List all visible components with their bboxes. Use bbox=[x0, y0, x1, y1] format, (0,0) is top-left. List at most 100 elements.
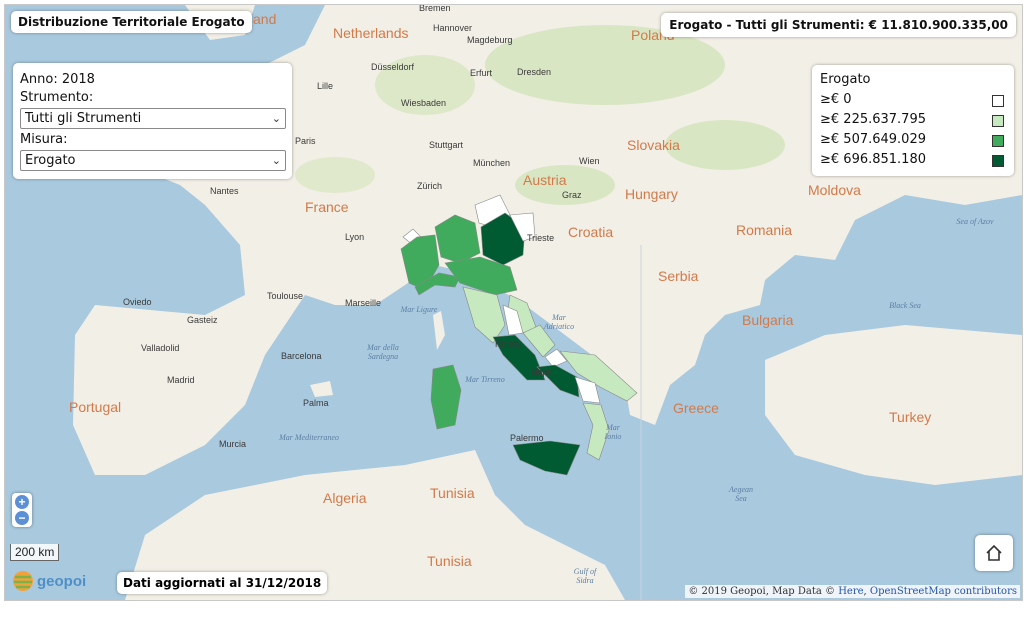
city-label: Palermo bbox=[510, 433, 544, 443]
zoom-out-button[interactable]: − bbox=[15, 511, 29, 525]
city-label: Gasteiz bbox=[187, 315, 218, 325]
zoom-in-button[interactable]: + bbox=[15, 495, 29, 509]
city-label: Trieste bbox=[527, 233, 555, 243]
legend-swatch bbox=[992, 155, 1004, 167]
here-link[interactable]: Here bbox=[838, 586, 863, 597]
country-label: Slovakia bbox=[627, 137, 680, 153]
country-label: Romania bbox=[736, 222, 793, 238]
land-corsica bbox=[433, 311, 445, 350]
map-title: Distribuzione Territoriale Erogato bbox=[11, 11, 252, 33]
country-label: Greece bbox=[673, 400, 719, 416]
total-amount: Erogato - Tutti gli Strumenti: € 11.810.… bbox=[661, 13, 1016, 37]
city-label: Lyon bbox=[345, 232, 365, 242]
city-label: Magdeburg bbox=[467, 35, 513, 45]
attribution: © 2019 Geopoi, Map Data © Here, OpenStre… bbox=[685, 585, 1020, 598]
city-label: Barcelona bbox=[281, 351, 322, 361]
city-label: Toulouse bbox=[267, 291, 304, 301]
country-label: Bulgaria bbox=[742, 312, 794, 328]
attribution-prefix: © 2019 Geopoi, Map Data © bbox=[688, 586, 839, 597]
sea-label: Black Sea bbox=[889, 301, 921, 310]
country-label: Hungary bbox=[625, 186, 678, 202]
country-label: Croatia bbox=[568, 224, 614, 240]
map-canvas[interactable]: England Netherlands Poland France Austri… bbox=[4, 4, 1023, 601]
scale-bar: 200 km bbox=[10, 544, 60, 561]
city-label: Düsseldorf bbox=[371, 62, 415, 72]
legend-item-label: ≥€ 696.851.180 bbox=[820, 152, 926, 167]
geopoi-logo: geopoi bbox=[11, 565, 103, 595]
country-label: Tunisia bbox=[430, 485, 475, 501]
misura-select-value: Erogato bbox=[25, 153, 76, 168]
country-label: Netherlands bbox=[333, 25, 409, 41]
region-sicilia bbox=[512, 440, 581, 476]
sea-label: Aegean Sea bbox=[729, 485, 753, 503]
logo-text: geopoi bbox=[37, 573, 86, 590]
city-label: Murcia bbox=[219, 439, 247, 449]
city-label: Paris bbox=[295, 136, 316, 146]
sea-label: Gulf of Sidra bbox=[573, 567, 597, 585]
strumento-select[interactable]: Tutti gli Strumenti ⌄ bbox=[20, 108, 286, 129]
legend-swatch bbox=[992, 135, 1004, 147]
city-label: Erfurt bbox=[470, 68, 493, 78]
sea-label: Mar Mediterraneo bbox=[279, 433, 339, 442]
legend-item: ≥€ 0 bbox=[820, 90, 1006, 110]
strumento-select-value: Tutti gli Strumenti bbox=[25, 111, 142, 126]
city-label: Zürich bbox=[417, 181, 443, 191]
city-label: München bbox=[473, 158, 511, 168]
city-label: Napoli bbox=[531, 367, 557, 377]
city-label: Dresden bbox=[517, 67, 552, 77]
update-date: Dati aggiornati al 31/12/2018 bbox=[117, 572, 328, 594]
sea-label: Mar Ligure bbox=[400, 305, 438, 314]
chevron-down-icon: ⌄ bbox=[271, 112, 281, 125]
city-label: Stuttgart bbox=[429, 140, 464, 150]
country-label: Portugal bbox=[69, 399, 122, 415]
legend-title: Erogato bbox=[820, 72, 871, 87]
city-label: Madrid bbox=[167, 375, 195, 385]
strumento-label: Strumento: bbox=[20, 90, 94, 105]
osm-link[interactable]: OpenStreetMap contributors bbox=[870, 586, 1017, 597]
land-turkey bbox=[765, 325, 1022, 485]
land-mallorca bbox=[310, 381, 333, 397]
region-sardegna bbox=[430, 364, 462, 430]
country-label: Algeria bbox=[323, 490, 367, 506]
legend-item-label: ≥€ 0 bbox=[820, 92, 852, 107]
city-label: Oviedo bbox=[123, 297, 152, 307]
sea-label: Mar Tirreno bbox=[465, 375, 505, 384]
sea-label: Mar della Sardegna bbox=[367, 343, 399, 361]
misura-select[interactable]: Erogato ⌄ bbox=[20, 150, 286, 171]
legend-item-label: ≥€ 225.637.795 bbox=[820, 112, 926, 127]
city-label: Valladolid bbox=[141, 343, 180, 353]
city-label: Wiesbaden bbox=[401, 98, 447, 108]
home-icon bbox=[986, 544, 1002, 561]
country-label: Austria bbox=[523, 172, 567, 188]
city-label: Wien bbox=[579, 156, 600, 166]
misura-label: Misura: bbox=[20, 132, 68, 147]
region-toscana bbox=[462, 286, 506, 344]
country-label: Serbia bbox=[658, 268, 699, 284]
city-label: Hannover bbox=[433, 23, 473, 33]
country-label: France bbox=[305, 199, 349, 215]
city-label: Roma bbox=[495, 339, 520, 349]
city-label: Marseille bbox=[345, 298, 382, 308]
city-label: Lille bbox=[317, 81, 334, 91]
legend-item: ≥€ 225.637.795 bbox=[820, 110, 1006, 130]
sea-label: Mar Adriatico bbox=[543, 313, 575, 331]
legend-swatch bbox=[992, 95, 1004, 107]
legend-item-label: ≥€ 507.649.029 bbox=[820, 132, 926, 147]
legend-item: ≥€ 507.649.029 bbox=[820, 130, 1006, 150]
city-label: Graz bbox=[562, 190, 582, 200]
anno-label: Anno: 2018 bbox=[20, 72, 95, 87]
legend: Erogato ≥€ 0 ≥€ 225.637.795 ≥€ 507.649.0… bbox=[812, 65, 1014, 176]
chevron-down-icon: ⌄ bbox=[271, 154, 281, 167]
zoom-control: + − bbox=[12, 493, 32, 527]
legend-item: ≥€ 696.851.180 bbox=[820, 150, 1006, 170]
home-button[interactable] bbox=[975, 535, 1013, 571]
country-label: Tunisia bbox=[427, 553, 472, 569]
city-label: Palma bbox=[303, 398, 329, 408]
country-label: Turkey bbox=[889, 409, 932, 425]
sea-label: Sea of Azov bbox=[956, 217, 994, 226]
sea-label: Mar Ionio bbox=[604, 423, 622, 441]
legend-swatch bbox=[992, 115, 1004, 127]
city-label: Bremen bbox=[419, 4, 451, 13]
filter-panel: Anno: 2018 Strumento: Tutti gli Strument… bbox=[13, 63, 292, 179]
country-label: Moldova bbox=[808, 182, 861, 198]
